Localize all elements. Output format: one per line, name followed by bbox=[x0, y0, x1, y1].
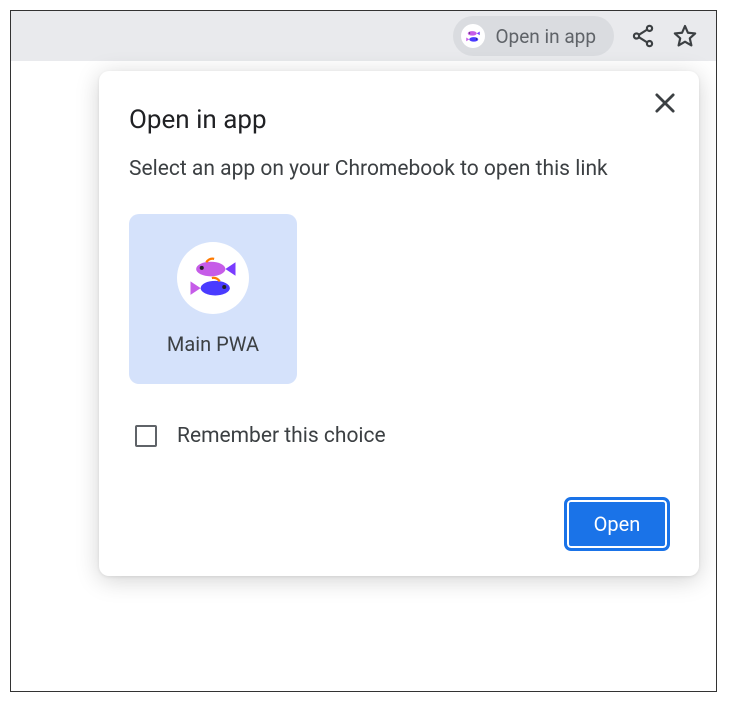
close-icon[interactable] bbox=[651, 89, 679, 117]
app-name-label: Main PWA bbox=[167, 332, 259, 356]
app-list: Main PWA bbox=[129, 214, 669, 384]
fish-icon bbox=[186, 251, 240, 305]
chip-label: Open in app bbox=[495, 25, 596, 48]
browser-toolbar: Open in app bbox=[11, 11, 716, 63]
share-icon[interactable] bbox=[630, 23, 656, 49]
open-button-label: Open bbox=[594, 512, 641, 536]
dialog-title: Open in app bbox=[129, 105, 669, 135]
open-in-app-dialog: Open in app Select an app on your Chrome… bbox=[99, 71, 699, 576]
remember-checkbox[interactable] bbox=[135, 425, 157, 447]
remember-choice-row: Remember this choice bbox=[129, 424, 669, 448]
open-in-app-chip[interactable]: Open in app bbox=[453, 16, 614, 56]
dialog-actions: Open bbox=[129, 498, 669, 550]
star-icon[interactable] bbox=[672, 23, 698, 49]
app-icon bbox=[177, 242, 249, 314]
app-option-main-pwa[interactable]: Main PWA bbox=[129, 214, 297, 384]
dialog-description: Select an app on your Chromebook to open… bbox=[129, 153, 649, 186]
chip-app-icon bbox=[461, 24, 485, 48]
screenshot-frame: Open in app Open in app Select an app on… bbox=[10, 10, 717, 692]
open-button[interactable]: Open bbox=[565, 498, 669, 550]
remember-label: Remember this choice bbox=[177, 424, 386, 448]
fish-icon bbox=[464, 27, 482, 45]
